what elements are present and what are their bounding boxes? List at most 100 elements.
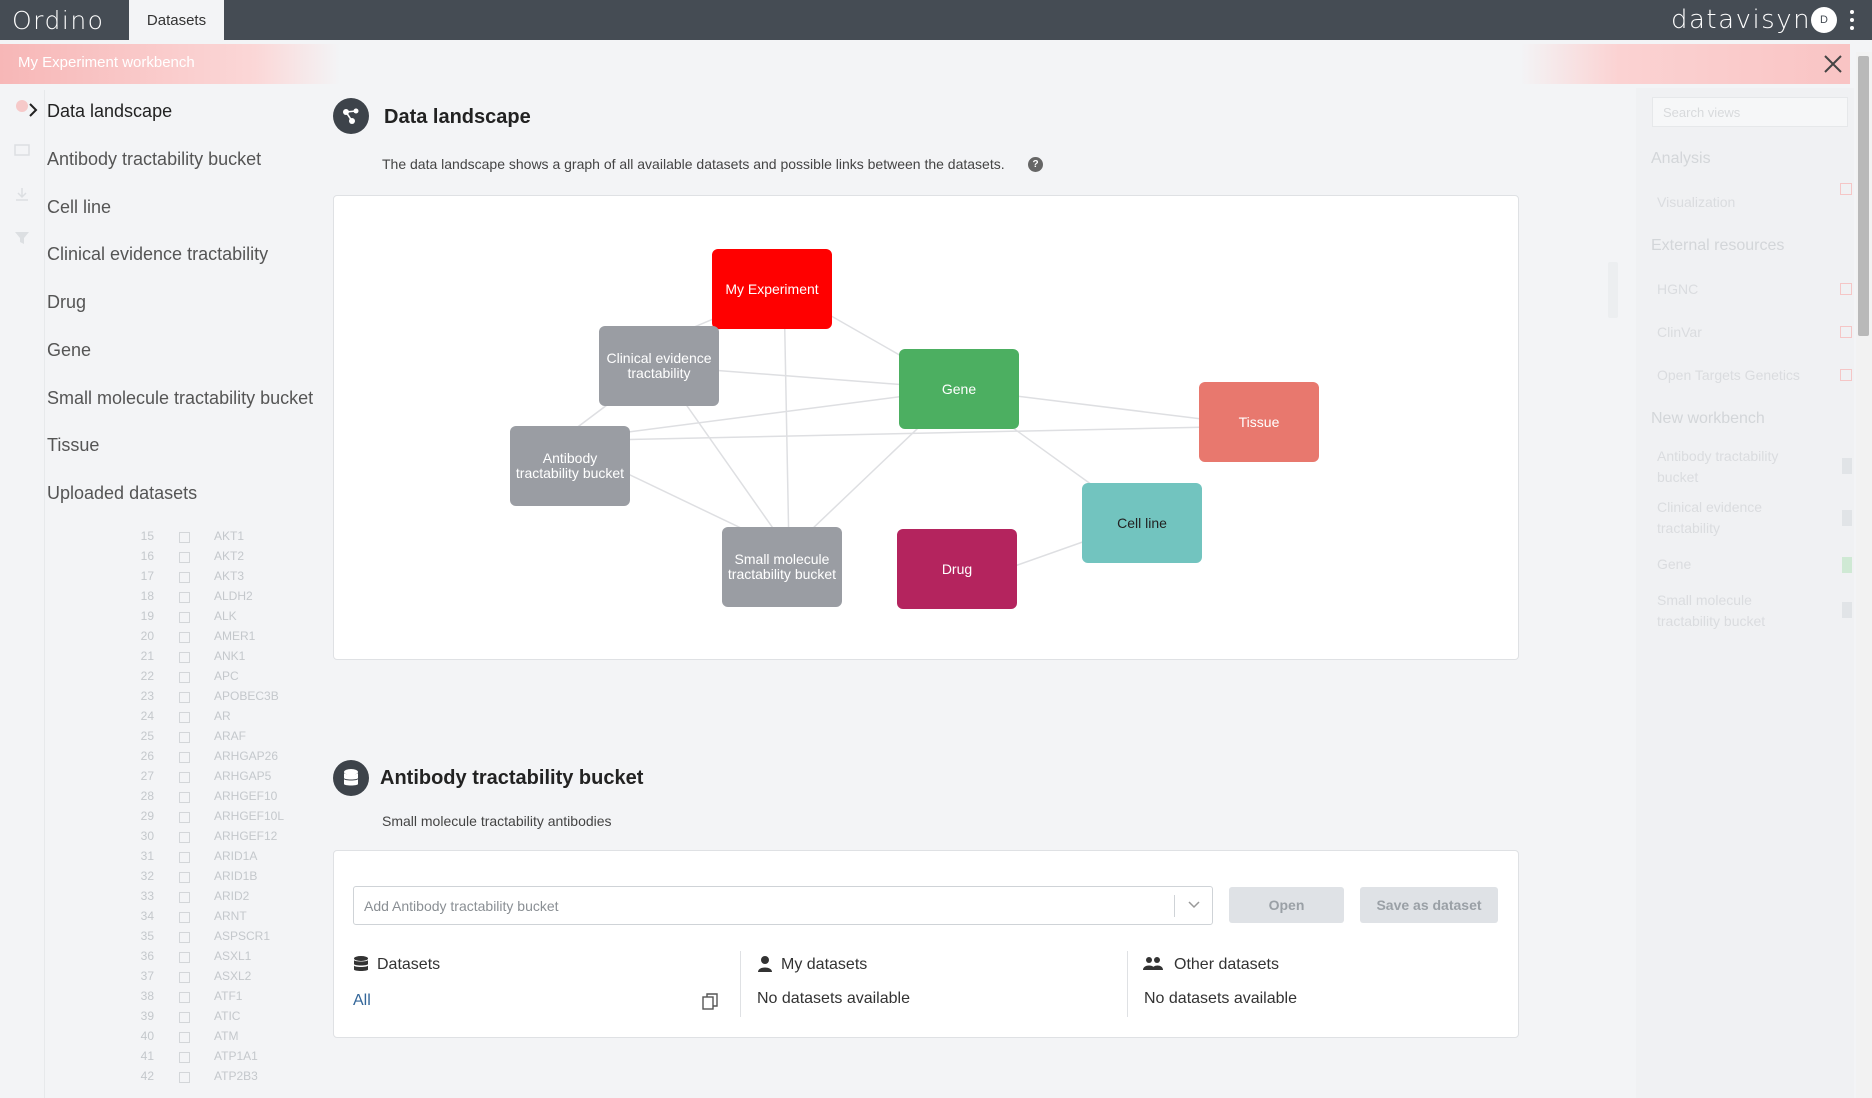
- my-datasets-empty: No datasets available: [757, 990, 910, 1007]
- views-new-workbench-header[interactable]: New workbench: [1651, 410, 1765, 428]
- row-number: 19: [140, 609, 154, 623]
- avatar[interactable]: D: [1811, 7, 1837, 33]
- workbench-title: My Experiment workbench: [0, 44, 340, 84]
- antibody-bucket-description: Small molecule tractability antibodies: [382, 813, 612, 829]
- views-nw-antibody[interactable]: Antibody tractability bucket: [1657, 446, 1797, 488]
- graph-node-cell-line[interactable]: Cell line: [1082, 483, 1202, 563]
- panel-scroll-handle: [1608, 262, 1618, 318]
- add-dataset-select[interactable]: Add Antibody tractability bucket: [353, 886, 1213, 925]
- row-number: 39: [140, 1009, 154, 1023]
- row-number: 30: [140, 829, 154, 843]
- views-clinvar[interactable]: ClinVar: [1657, 322, 1797, 343]
- download-icon: [16, 188, 28, 201]
- database-icon: [333, 760, 369, 796]
- views-open-targets[interactable]: Open Targets Genetics: [1657, 365, 1827, 386]
- chevron-down-icon[interactable]: [1188, 901, 1200, 909]
- row-checkbox: [179, 712, 190, 723]
- toggle-icon: [1842, 557, 1852, 573]
- scrollbar-thumb[interactable]: [1858, 56, 1869, 336]
- row-checkbox: [179, 1072, 190, 1083]
- row-checkbox: [179, 672, 190, 683]
- help-icon[interactable]: ?: [1028, 157, 1043, 172]
- row-symbol: AKT3: [214, 569, 245, 583]
- row-symbol: ARHGEF10: [214, 789, 278, 803]
- row-checkbox: [179, 732, 190, 743]
- graph-node-tissue[interactable]: Tissue: [1199, 382, 1319, 462]
- row-symbol: ARAF: [214, 729, 247, 743]
- views-nw-small-molecule[interactable]: Small molecule tractability bucket: [1657, 590, 1797, 632]
- row-symbol: ARID2: [214, 889, 250, 903]
- views-nw-gene[interactable]: Gene: [1657, 554, 1797, 575]
- datasets-header: Datasets: [377, 956, 441, 973]
- row-symbol: APOBEC3B: [214, 689, 279, 703]
- row-symbol: ARHGEF10L: [214, 809, 285, 823]
- row-symbol: AMER1: [214, 629, 256, 643]
- row-number: 36: [140, 949, 154, 963]
- nav-item-uploaded-datasets[interactable]: Uploaded datasets: [47, 483, 197, 504]
- copy-icon[interactable]: [702, 993, 718, 1011]
- data-landscape-description: The data landscape shows a graph of all …: [382, 156, 1005, 172]
- row-symbol: ALK: [214, 609, 237, 623]
- row-checkbox: [179, 592, 190, 603]
- nav-item-gene[interactable]: Gene: [47, 340, 91, 361]
- row-number: 41: [140, 1049, 154, 1063]
- row-checkbox: [179, 1032, 190, 1043]
- row-number: 32: [140, 869, 154, 883]
- row-number: 26: [140, 749, 154, 763]
- row-checkbox: [179, 952, 190, 963]
- nav-item-tissue[interactable]: Tissue: [47, 435, 99, 456]
- nav-item-data-landscape[interactable]: Data landscape: [47, 101, 172, 122]
- workbench-header-right: [1520, 44, 1850, 84]
- save-as-dataset-button[interactable]: Save as dataset: [1360, 887, 1498, 923]
- row-checkbox: [179, 832, 190, 843]
- row-symbol: ASPSCR1: [214, 929, 271, 943]
- row-number: 42: [140, 1069, 154, 1083]
- row-number: 38: [140, 989, 154, 1003]
- nav-item-cell-line[interactable]: Cell line: [47, 197, 111, 218]
- more-menu-icon[interactable]: [1848, 8, 1856, 32]
- graph-node-clinical-evidence[interactable]: Clinical evidence tractability: [599, 326, 719, 406]
- row-number: 20: [140, 629, 154, 643]
- nav-item-clinical-evidence-tractability[interactable]: Clinical evidence tractability: [47, 244, 268, 265]
- row-checkbox: [179, 752, 190, 763]
- row-symbol: AR: [214, 709, 231, 723]
- graph-node-my-experiment[interactable]: My Experiment: [712, 249, 832, 329]
- views-visualization[interactable]: Visualization: [1657, 192, 1797, 213]
- close-icon[interactable]: [1822, 53, 1844, 75]
- other-datasets-header: Other datasets: [1174, 956, 1279, 973]
- nav-item-small-molecule-tractability-bucket[interactable]: Small molecule tractability bucket: [47, 388, 313, 409]
- row-symbol: ASXL2: [214, 969, 252, 983]
- views-nw-clinical[interactable]: Clinical evidence tractability: [1657, 497, 1797, 539]
- row-symbol: ARID1B: [214, 869, 258, 883]
- open-button[interactable]: Open: [1229, 887, 1344, 923]
- tab-datasets[interactable]: Datasets: [129, 0, 224, 40]
- graph-node-gene[interactable]: Gene: [899, 349, 1019, 429]
- row-symbol: ARID1A: [214, 849, 258, 863]
- row-checkbox: [179, 872, 190, 883]
- nav-item-antibody-tractability-bucket[interactable]: Antibody tractability bucket: [47, 149, 261, 170]
- row-checkbox: [179, 972, 190, 983]
- toggle-icon: [1842, 458, 1852, 474]
- row-number: 40: [140, 1029, 154, 1043]
- views-search-input[interactable]: Search views: [1652, 97, 1848, 127]
- row-checkbox: [179, 812, 190, 823]
- row-number: 33: [140, 889, 154, 903]
- row-checkbox: [179, 932, 190, 943]
- graph-node-antibody[interactable]: Antibody tractability bucket: [510, 426, 630, 506]
- graph-node-small-molecule[interactable]: Small molecule tractability bucket: [722, 527, 842, 607]
- row-number: 18: [140, 589, 154, 603]
- views-hgnc[interactable]: HGNC: [1657, 279, 1797, 300]
- row-symbol: ATM: [214, 1029, 239, 1043]
- row-checkbox: [179, 572, 190, 583]
- row-number: 37: [140, 969, 154, 983]
- all-datasets-link[interactable]: All: [353, 992, 371, 1010]
- toggle-icon: [1842, 602, 1852, 618]
- row-symbol: ATF1: [214, 989, 243, 1003]
- views-external-header[interactable]: External resources: [1651, 237, 1784, 255]
- app-logo[interactable]: Ordino: [12, 6, 104, 35]
- nav-item-drug[interactable]: Drug: [47, 292, 86, 313]
- section-title-antibody-bucket: Antibody tractability bucket: [380, 767, 644, 789]
- graph-node-drug[interactable]: Drug: [897, 529, 1017, 609]
- views-analysis-header[interactable]: Analysis: [1651, 150, 1711, 168]
- database-icon: [354, 956, 368, 971]
